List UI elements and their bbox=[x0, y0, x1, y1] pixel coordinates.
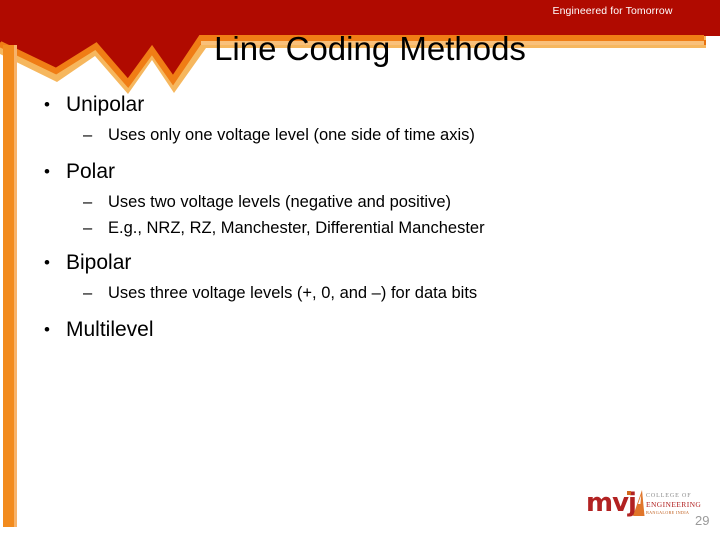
content-group-multilevel: • Multilevel bbox=[36, 315, 686, 345]
logo-dot-icon bbox=[627, 491, 631, 495]
page-title: Line Coding Methods bbox=[214, 30, 526, 67]
logo-line-college: COLLEGE OF bbox=[646, 493, 692, 499]
dash-marker-icon: – bbox=[83, 193, 93, 211]
content-group-polar: • Polar – Uses two voltage levels (negat… bbox=[36, 157, 686, 241]
bullet-level1-label: Polar bbox=[66, 160, 116, 183]
page-number: 29 bbox=[695, 513, 710, 528]
bullet-marker-icon: • bbox=[44, 95, 50, 114]
content-group-bipolar: • Bipolar – Uses three voltage levels (+… bbox=[36, 248, 686, 306]
left-vertical-accent-bar-highlight bbox=[14, 45, 17, 130]
bullet-level2: – Uses three voltage levels (+, 0, and –… bbox=[36, 280, 686, 306]
bullet-level1-multilevel: • Multilevel bbox=[36, 315, 686, 345]
bullet-level2-label: Uses only one voltage level (one side of… bbox=[108, 126, 475, 144]
bullet-level1-polar: • Polar bbox=[36, 157, 686, 187]
dash-marker-icon: – bbox=[83, 126, 93, 144]
bullet-level2-label: Uses three voltage levels (+, 0, and –) … bbox=[108, 284, 478, 302]
left-vertical-accent-bar-lower-highlight bbox=[14, 130, 17, 527]
bullet-level2-label: E.g., NRZ, RZ, Manchester, Differential … bbox=[108, 219, 485, 237]
logo-text-block: COLLEGE OF ENGINEERING BANGALORE INDIA bbox=[646, 492, 702, 516]
bullet-level2: – E.g., NRZ, RZ, Manchester, Differentia… bbox=[36, 215, 686, 241]
bullet-marker-icon: • bbox=[44, 253, 50, 272]
logo-line-engineering: ENGINEERING bbox=[646, 500, 702, 509]
bullet-level1-label: Bipolar bbox=[66, 251, 132, 274]
content-group-unipolar: • Unipolar – Uses only one voltage level… bbox=[36, 90, 686, 148]
dash-marker-icon: – bbox=[83, 284, 93, 302]
left-vertical-accent-bar-lower bbox=[3, 130, 14, 527]
left-vertical-accent-bar bbox=[3, 45, 14, 130]
slide-canvas: Engineered for Tomorrow Line Coding Meth… bbox=[0, 0, 720, 540]
bullet-level1-unipolar: • Unipolar bbox=[36, 90, 686, 120]
logo-line-location: BANGALORE INDIA bbox=[646, 510, 690, 515]
bullet-marker-icon: • bbox=[44, 320, 50, 339]
bullet-level2: – Uses two voltage levels (negative and … bbox=[36, 189, 686, 215]
bullet-level1-bipolar: • Bipolar bbox=[36, 248, 686, 278]
bullet-level2: – Uses only one voltage level (one side … bbox=[36, 122, 686, 148]
bullet-level1-label: Unipolar bbox=[66, 93, 145, 116]
bullet-level2-label: Uses two voltage levels (negative and po… bbox=[108, 193, 452, 211]
bullet-level1-label: Multilevel bbox=[66, 318, 154, 341]
bullet-marker-icon: • bbox=[44, 162, 50, 181]
tagline: Engineered for Tomorrow bbox=[552, 5, 673, 17]
dash-marker-icon: – bbox=[83, 219, 93, 237]
logo-flame-icon bbox=[633, 490, 645, 516]
institution-logo: mvj COLLEGE OF ENGINEERING BANGALORE IND… bbox=[586, 489, 701, 523]
slide-body: • Unipolar – Uses only one voltage level… bbox=[36, 90, 686, 354]
